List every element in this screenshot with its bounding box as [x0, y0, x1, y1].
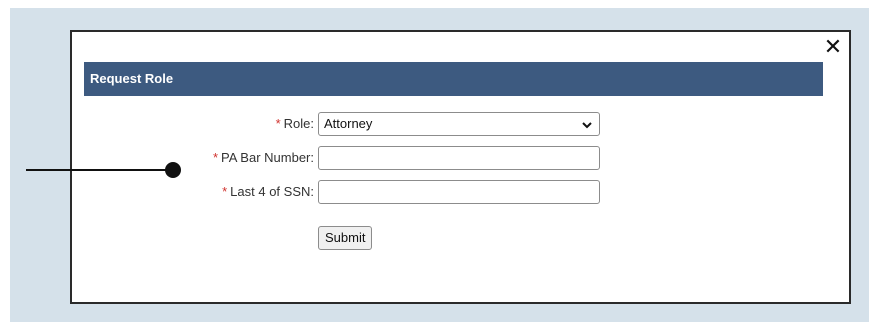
ssn-last4-label: * Last 4 of SSN:: [222, 180, 314, 204]
annotation-pointer-dot: [165, 162, 181, 178]
pa-bar-number-label-text: PA Bar Number:: [221, 150, 314, 165]
chevron-down-icon: [581, 113, 593, 135]
submit-button[interactable]: Submit: [318, 226, 373, 250]
request-role-dialog: ✕ Request Role * Role: Attorney * PA Bar N…: [70, 30, 851, 304]
required-marker: *: [222, 184, 228, 199]
pa-bar-number-input[interactable]: [318, 146, 600, 170]
annotation-pointer-line: [26, 169, 174, 171]
ssn-last4-row: * Last 4 of SSN:: [84, 180, 624, 204]
pa-bar-number-label: * PA Bar Number:: [213, 146, 314, 170]
ssn-last4-label-text: Last 4 of SSN:: [230, 184, 314, 199]
required-marker: *: [212, 150, 219, 165]
ssn-last4-input[interactable]: [318, 180, 600, 204]
role-select[interactable]: Attorney: [318, 112, 600, 136]
screen: ✕ Request Role * Role: Attorney * PA Bar N…: [0, 0, 869, 322]
role-selected-value: Attorney: [324, 116, 373, 131]
dialog-title: Request Role: [84, 62, 823, 96]
role-label-text: Role:: [283, 116, 314, 131]
required-marker: *: [275, 116, 281, 131]
role-label: * Role:: [276, 112, 314, 136]
close-icon[interactable]: ✕: [823, 36, 843, 58]
role-row: * Role: Attorney: [84, 112, 624, 136]
